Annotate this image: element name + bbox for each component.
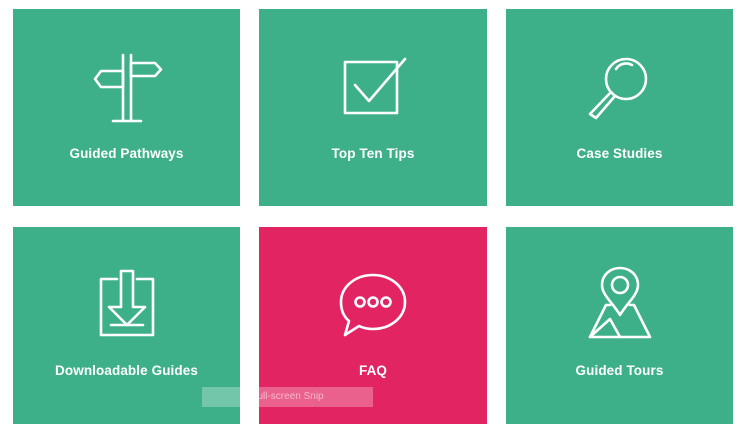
tile-label: Guided Tours [575,363,664,378]
tile-guided-tours[interactable]: Guided Tours [506,227,733,424]
tile-top-ten-tips[interactable]: Top Ten Tips [259,9,487,206]
tile-case-studies[interactable]: Case Studies [506,9,733,206]
tile-guided-pathways[interactable]: Guided Pathways [13,9,240,206]
tile-label: Guided Pathways [69,146,184,161]
speech-bubble-icon [339,273,407,337]
tile-label: Case Studies [576,146,663,161]
tile-label: Top Ten Tips [331,146,415,161]
tile-label: FAQ [358,363,388,378]
magnifier-icon [588,57,647,120]
map-pin-icon [588,266,651,339]
checkbox-icon [343,57,407,115]
signpost-icon [93,53,162,123]
screen-snip-overlay: Full-screen Snip [202,387,373,407]
tile-label: Downloadable Guides [55,363,198,378]
download-tray-icon [99,269,154,337]
